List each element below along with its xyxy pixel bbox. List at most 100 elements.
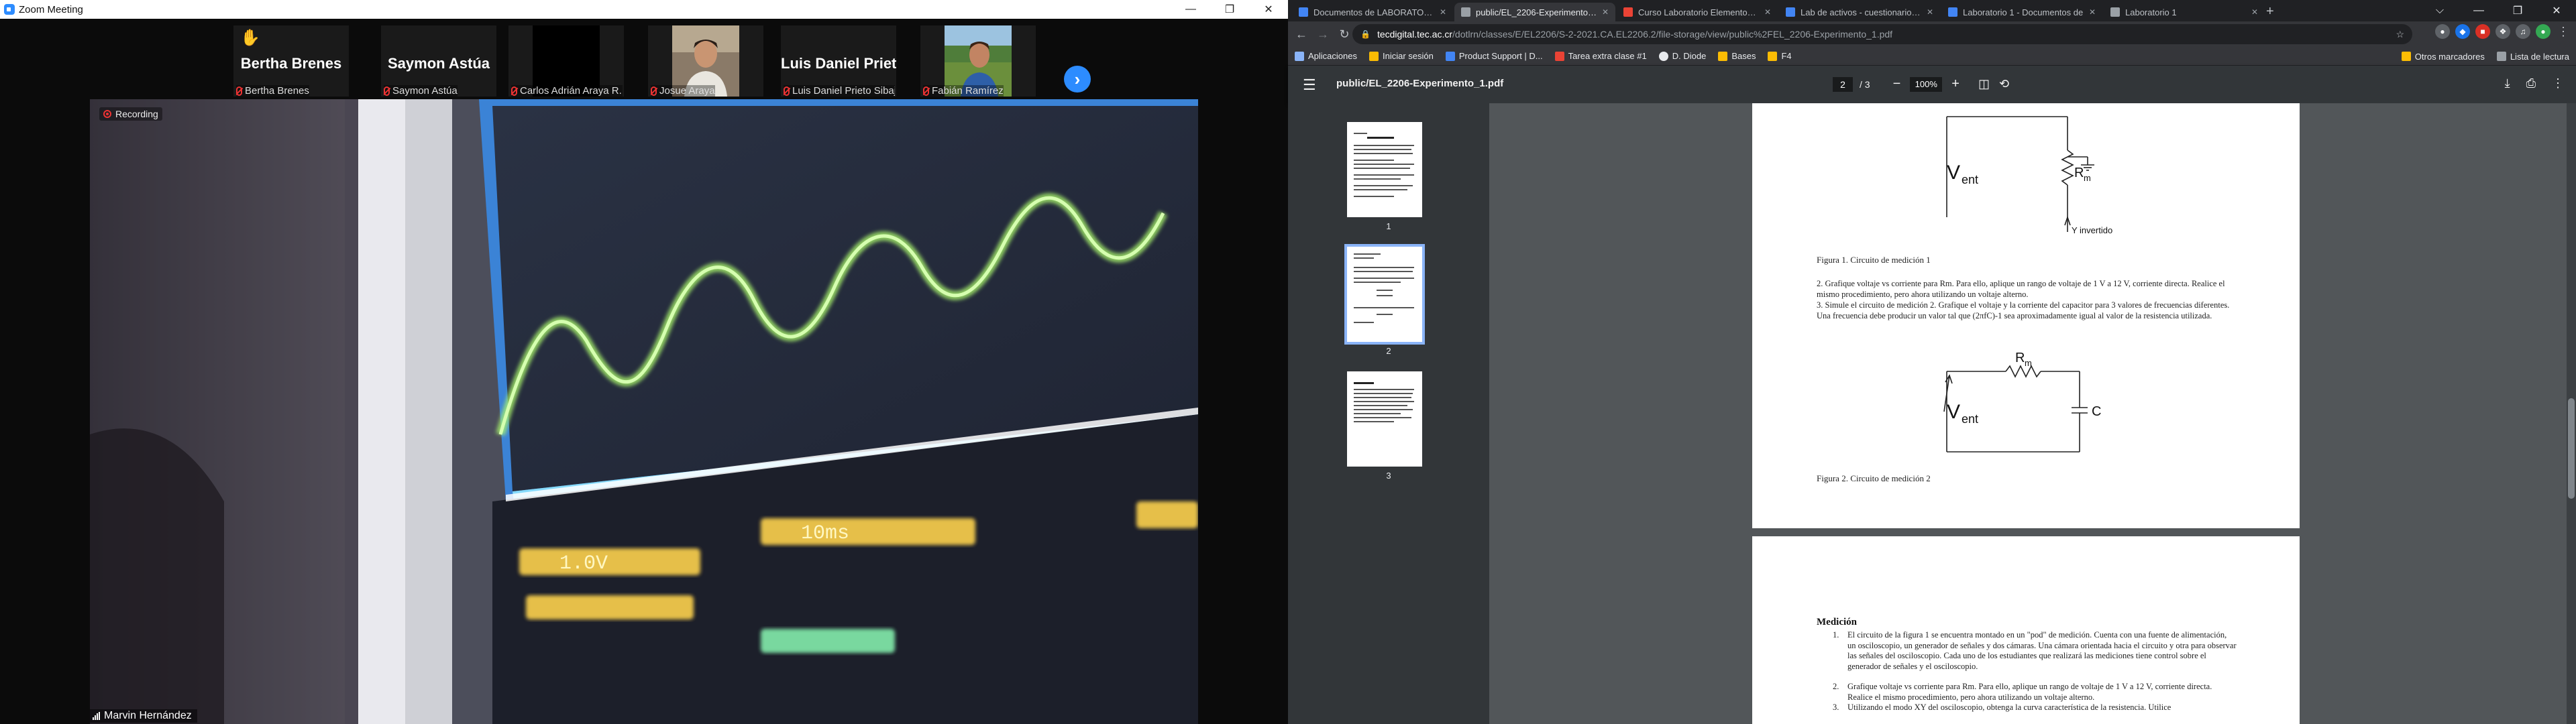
bookmark-folder[interactable]: Bases: [1718, 51, 1756, 61]
extensions-area: ● ◆ ■ ❖ ♫ ● ⋮: [2435, 24, 2571, 39]
circuit-diagram-1: V ent R m Y invertido: [1946, 116, 2112, 235]
list-number: 2.: [1833, 682, 1839, 691]
participant-tile[interactable]: ✋ Bertha Brenes Bertha Brenes: [233, 25, 349, 97]
participant-tile[interactable]: Carlos Adrián Araya R...: [508, 25, 624, 97]
gallery-next-button[interactable]: ›: [1064, 66, 1091, 93]
extension-icon[interactable]: ●: [2435, 24, 2450, 39]
bookmark-label: Aplicaciones: [1308, 51, 1357, 61]
close-icon[interactable]: ✕: [1249, 0, 1288, 19]
bookmark-item[interactable]: Aplicaciones: [1295, 51, 1357, 61]
active-speaker-label: Marvin Hernández: [90, 709, 197, 723]
total-pages: / 3: [1860, 78, 1870, 90]
tab-close-icon[interactable]: ✕: [1440, 7, 1446, 17]
kebab-menu-icon[interactable]: ⋮: [2556, 24, 2571, 39]
minimize-icon[interactable]: —: [2459, 0, 2498, 21]
bookmark-favicon-icon: [1554, 51, 1564, 61]
tab-close-icon[interactable]: ✕: [2251, 7, 2258, 17]
zoom-level[interactable]: 100%: [1910, 76, 1943, 92]
forward-arrow-icon[interactable]: →: [1312, 23, 1334, 45]
paragraph-3: 3. Simule el circuito de medición 2. Gra…: [1817, 300, 2230, 320]
browser-tab[interactable]: Curso Laboratorio Elementos Ac ✕: [1617, 3, 1778, 21]
participant-label: Carlos Adrián Araya R...: [511, 85, 623, 97]
thumbnail-sidebar: 1 2 3: [1288, 103, 1489, 724]
participant-label: Luis Daniel Prieto Sibaja: [784, 85, 895, 97]
bookmark-favicon-icon: [1369, 51, 1379, 61]
other-bookmarks-folder[interactable]: Otros marcadores: [2401, 52, 2485, 62]
zoom-out-icon[interactable]: −: [1893, 76, 1901, 92]
more-options-icon[interactable]: ⋮: [2552, 76, 2564, 90]
url-path: /dotlrn/classes/E/EL2206/S-2-2021.CA.EL2…: [1452, 29, 1893, 40]
circuit-diagram-2: V ent R m C: [1943, 351, 2101, 452]
close-icon[interactable]: ✕: [2537, 0, 2576, 21]
bookmark-item[interactable]: Iniciar sesión: [1369, 51, 1434, 61]
bookmark-label: Product Support | D...: [1458, 51, 1543, 61]
circuit1-vent-label: V: [1947, 162, 1960, 184]
circuit2-vent-label: V: [1947, 401, 1960, 423]
circuit1-vent-sub: ent: [1962, 173, 1978, 186]
participant-tile[interactable]: Josue Araya: [648, 25, 763, 97]
tab-close-icon[interactable]: ✕: [1602, 7, 1609, 17]
circuit1-y-inv-label: Y invertido: [2072, 225, 2112, 235]
zoom-in-icon[interactable]: +: [1951, 76, 1960, 92]
fit-page-icon[interactable]: ◫: [1978, 77, 1990, 91]
bookmark-label: F4: [1781, 51, 1792, 61]
restore-icon[interactable]: ❐: [1210, 0, 1249, 19]
hamburger-menu-icon[interactable]: ☰: [1303, 76, 1316, 94]
tab-close-icon[interactable]: ✕: [1927, 7, 1933, 17]
participant-label: Fabián Ramírez: [923, 85, 1004, 97]
bookmark-item[interactable]: D. Diode: [1658, 51, 1707, 61]
bookmark-label: D. Diode: [1672, 51, 1707, 61]
zoom-titlebar: Zoom Meeting — ❐ ✕: [0, 0, 1288, 19]
extension-icon[interactable]: ◆: [2455, 24, 2470, 39]
participant-label: Josue Araya: [651, 85, 715, 97]
extension-icon[interactable]: ■: [2475, 24, 2490, 39]
back-arrow-icon[interactable]: ←: [1291, 23, 1312, 45]
zoom-window-controls: — ❐ ✕: [1171, 0, 1288, 19]
participant-display-name: Bertha Brenes: [240, 55, 342, 72]
address-bar[interactable]: 🔒 tecdigital.tec.ac.cr/dotlrn/classes/E/…: [1352, 24, 2412, 44]
browser-tab[interactable]: Lab de activos - cuestionario pr ✕: [1779, 3, 1940, 21]
profile-avatar[interactable]: ●: [2536, 24, 2551, 39]
vertical-scrollbar[interactable]: [2567, 103, 2576, 724]
bookmarks-right: Otros marcadores Lista de lectura: [2401, 47, 2569, 66]
bookmark-folder[interactable]: F4: [1768, 51, 1792, 61]
participant-name: Josue Araya: [659, 85, 715, 97]
zoom-window-title: Zoom Meeting: [19, 3, 83, 15]
participant-tile[interactable]: Saymon Astúa Saymon Astúa: [381, 25, 496, 97]
scrollbar-thumb[interactable]: [2568, 398, 2575, 499]
tab-close-icon[interactable]: ✕: [2089, 7, 2096, 17]
restore-icon[interactable]: ❐: [2498, 0, 2537, 21]
page-thumbnail[interactable]: [1347, 371, 1422, 467]
raised-hand-icon: ✋: [240, 29, 260, 47]
rotate-icon[interactable]: ⟲: [1999, 77, 2009, 91]
new-tab-icon[interactable]: +: [2266, 4, 2274, 19]
tab-search-icon[interactable]: ⌵: [2420, 0, 2459, 21]
minimize-icon[interactable]: —: [1171, 0, 1210, 19]
browser-tab[interactable]: Laboratorio 1 - Documentos de ✕: [1941, 3, 2102, 21]
tab-close-icon[interactable]: ✕: [1764, 7, 1771, 17]
folder-icon: [2401, 52, 2411, 61]
media-icon[interactable]: ♫: [2516, 24, 2530, 39]
thumbnail-number: 2: [1386, 346, 1391, 356]
zoom-controls: − 100% + ◫ ⟲: [1893, 76, 2009, 92]
download-icon[interactable]: ⤓: [2505, 76, 2510, 90]
browser-tab[interactable]: Documentos de LABORATORIO ✕: [1292, 3, 1453, 21]
recording-indicator: Recording: [99, 107, 162, 121]
puzzle-icon[interactable]: ❖: [2496, 24, 2510, 39]
print-icon[interactable]: ⎙: [2526, 76, 2536, 90]
participant-tile[interactable]: Luis Daniel Priet... Luis Daniel Prieto …: [781, 25, 896, 97]
bookmark-item[interactable]: Product Support | D...: [1445, 51, 1543, 61]
browser-tab-active[interactable]: public/EL_2206-Experimento_1.p ✕: [1454, 3, 1615, 21]
figure-2-caption: Figura 2. Circuito de medición 2: [1817, 473, 1931, 483]
record-icon: [103, 110, 111, 118]
page-thumbnail[interactable]: [1347, 122, 1422, 217]
page-number-input[interactable]: [1833, 76, 1853, 92]
bookmark-label: Iniciar sesión: [1383, 51, 1434, 61]
page-thumbnail-selected[interactable]: [1344, 244, 1425, 345]
browser-tab[interactable]: Laboratorio 1 ✕: [2104, 3, 2265, 21]
muted-mic-icon: [784, 86, 790, 96]
reading-list-button[interactable]: Lista de lectura: [2496, 52, 2569, 62]
bookmark-star-icon[interactable]: ☆: [2396, 29, 2404, 40]
participant-tile[interactable]: Fabián Ramírez: [920, 25, 1036, 97]
bookmark-item[interactable]: Tarea extra clase #1: [1554, 51, 1647, 61]
